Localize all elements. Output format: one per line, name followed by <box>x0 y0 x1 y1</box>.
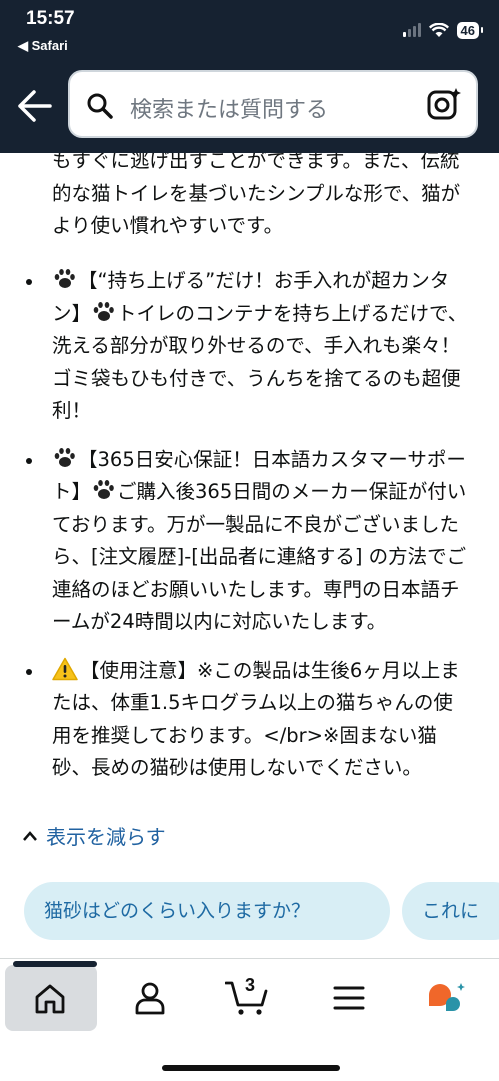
home-icon[interactable] <box>33 983 67 1015</box>
top-header: 15:57 ◀ Safari 46 検索または質問する <box>0 0 499 153</box>
menu-icon[interactable] <box>333 985 365 1011</box>
search-bar[interactable]: 検索または質問する <box>68 70 478 138</box>
home-indicator <box>162 1065 340 1071</box>
bullet-item: 【365日安心保証！日本語カスタマーサポート】 ご購入後365日間のメーカー保証… <box>20 444 470 639</box>
chevron-up-icon <box>23 830 37 841</box>
status-time: 15:57 <box>26 8 75 29</box>
status-indicators: 46 <box>402 20 484 40</box>
search-input[interactable]: 検索または質問する <box>130 92 328 124</box>
bottom-navigation: 3 <box>0 958 499 1081</box>
bullet-item: 【“持ち上げる”だけ！お手入れが超カンタン】 トイレのコンテナを持ち上げるだけで… <box>20 265 470 428</box>
bullet-text: ご購入後365日間のメーカー保証が付いております。万が一製品に不良がございました… <box>52 480 467 633</box>
description-paragraph: もすぐに逃げ出すことができます。また、伝統的な猫トイレを基づいたシンプルな形で、… <box>52 153 461 237</box>
back-arrow-icon[interactable] <box>16 88 54 124</box>
suggested-question-chip[interactable]: 猫砂はどのくらい入りますか？ <box>24 882 390 940</box>
battery-icon: 46 <box>456 21 484 39</box>
paw-icon <box>93 480 114 499</box>
suggested-question-chip[interactable]: これに <box>402 882 499 940</box>
nav-active-indicator <box>13 961 97 967</box>
wifi-icon <box>428 22 449 37</box>
product-description: もすぐに逃げ出すことができます。また、伝統的な猫トイレを基づいたシンプルな形で、… <box>0 153 499 958</box>
camera-lens-icon[interactable] <box>426 87 462 123</box>
bullet-text: 【使用注意】※この製品は生後6ヶ月以上または、体重1.5キログラム以上の猫ちゃん… <box>52 658 460 780</box>
paw-icon <box>93 301 114 321</box>
search-icon <box>87 93 113 119</box>
warning-icon <box>52 657 78 680</box>
account-icon[interactable] <box>134 981 166 1015</box>
back-to-safari[interactable]: ◀ Safari <box>18 38 68 54</box>
cellular-signal-icon <box>402 23 421 37</box>
show-less-link[interactable]: 表示を減らす <box>22 821 166 850</box>
paw-icon <box>54 269 75 288</box>
feature-bullets: 【“持ち上げる”だけ！お手入れが超カンタン】 トイレのコンテナを持ち上げるだけで… <box>20 265 480 801</box>
cart-button[interactable]: 3 <box>224 975 271 1017</box>
paw-icon <box>54 447 75 467</box>
cart-count-badge: 3 <box>245 975 256 995</box>
bullet-item: 【使用注意】※この製品は生後6ヶ月以上または、体重1.5キログラム以上の猫ちゃん… <box>20 655 470 785</box>
rufus-icon[interactable] <box>426 981 470 1015</box>
show-less-label: 表示を減らす <box>46 825 166 849</box>
